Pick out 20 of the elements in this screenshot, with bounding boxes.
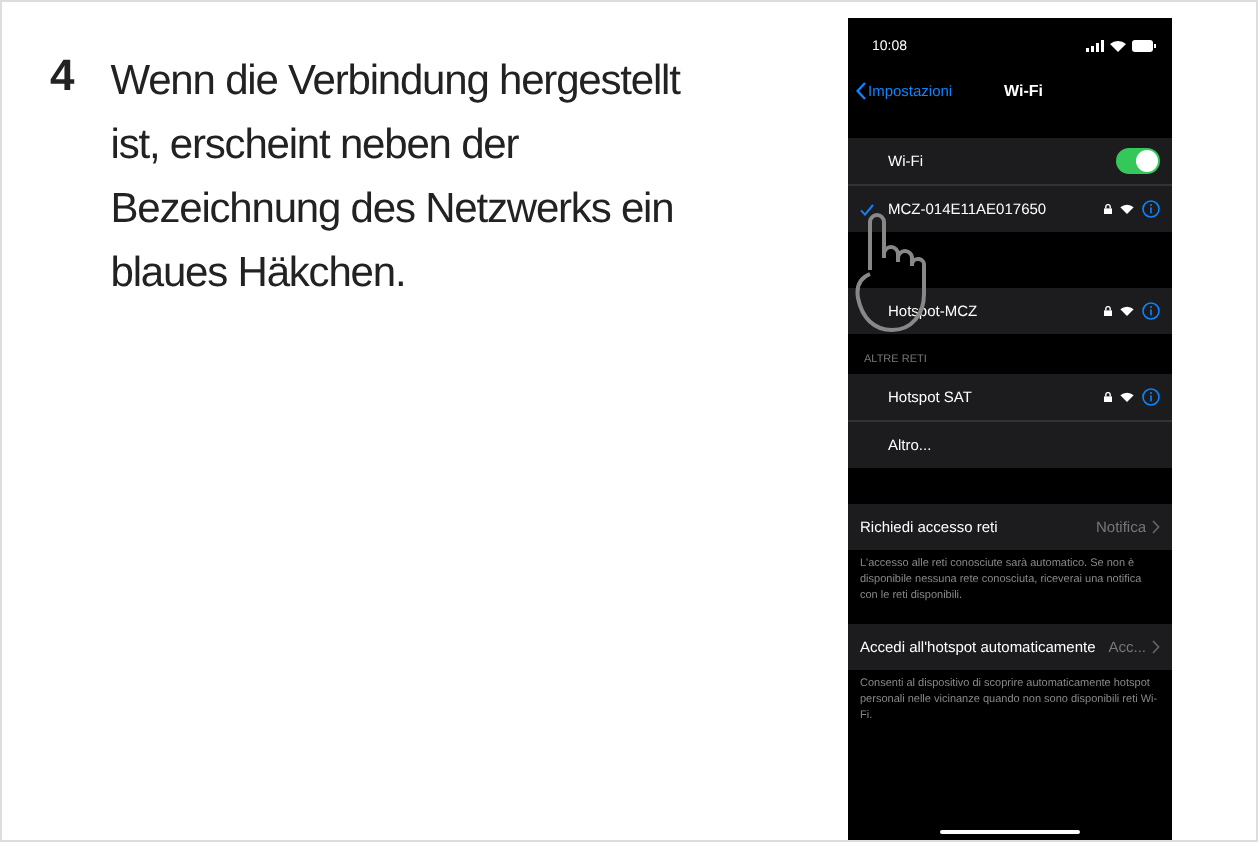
chevron-left-icon bbox=[856, 81, 866, 99]
wifi-toggle[interactable] bbox=[1116, 148, 1160, 174]
wifi-icon bbox=[1120, 306, 1134, 316]
info-icon[interactable] bbox=[1142, 388, 1160, 406]
home-indicator bbox=[940, 829, 1080, 834]
lock-icon bbox=[1104, 392, 1112, 402]
wifi-icon bbox=[1120, 392, 1134, 402]
chevron-right-icon bbox=[1152, 640, 1160, 654]
chevron-right-icon bbox=[1152, 520, 1160, 534]
step-number: 4 bbox=[50, 50, 75, 104]
battery-icon bbox=[1132, 40, 1156, 52]
wifi-icon bbox=[1110, 40, 1126, 52]
info-icon[interactable] bbox=[1142, 302, 1160, 320]
screen-title: Wi-Fi bbox=[1004, 81, 1043, 99]
instruction-text: Wenn die Verbindung hergestellt ist, erscheint neben der Bezeichnung des Netzwerks ein blaues Häkchen. bbox=[110, 56, 683, 300]
signal-icon bbox=[1086, 40, 1104, 52]
wifi-icon bbox=[1120, 204, 1134, 214]
lock-icon bbox=[1104, 204, 1112, 214]
info-icon[interactable] bbox=[1142, 200, 1160, 218]
lock-icon bbox=[1104, 306, 1112, 316]
